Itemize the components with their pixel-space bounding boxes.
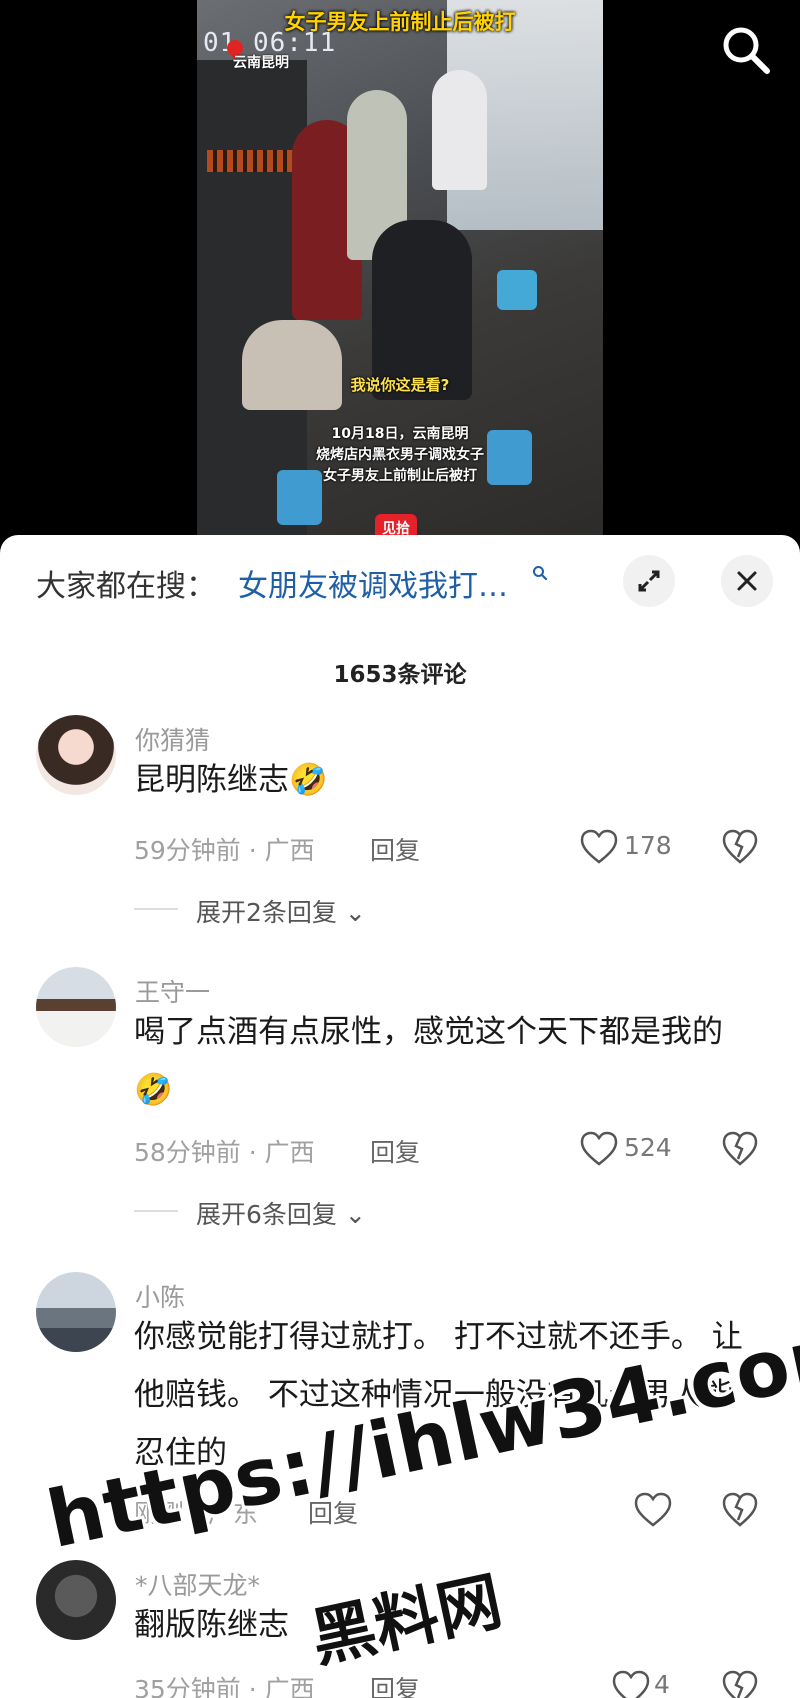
comment-text: 喝了点酒有点尿性，感觉这个天下都是我的🤣 <box>134 1014 723 1108</box>
divider-line <box>134 1210 178 1212</box>
video-caption-line: 女子男友上前制止后被打 <box>323 468 477 484</box>
reply-button[interactable]: 回复 <box>370 1670 420 1698</box>
divider-line <box>134 908 178 910</box>
video-scene-person <box>242 320 342 410</box>
search-hint-query-link[interactable]: 女朋友被调戏我打… <box>238 561 508 605</box>
search-hint-label: 大家都在搜： <box>36 569 216 604</box>
expand-icon <box>638 570 660 592</box>
expand-replies-label: 展开6条回复 <box>196 1200 337 1229</box>
expand-button[interactable] <box>623 555 675 607</box>
video-scene-person <box>432 70 487 190</box>
dislike-broken-heart-icon[interactable] <box>722 1492 758 1528</box>
reply-button[interactable]: 回复 <box>370 831 420 867</box>
video-frame[interactable]: 女子男友上前制止后被打 01 06:11 云南昆明 我说你这是看? 10月18日… <box>197 0 603 540</box>
avatar[interactable] <box>36 967 116 1047</box>
search-button[interactable] <box>718 22 774 78</box>
video-caption-line: 10月18日，云南昆明 <box>331 426 469 442</box>
avatar[interactable] <box>36 715 116 795</box>
comment-time-region: 59分钟前 · 广西 <box>134 836 315 865</box>
dislike-broken-heart-icon[interactable] <box>722 1131 758 1167</box>
like-heart-icon[interactable] <box>580 1131 618 1167</box>
close-button[interactable] <box>721 555 773 607</box>
comment-time-region: 58分钟前 · 广西 <box>134 1138 315 1167</box>
expand-replies-button[interactable]: 展开2条回复 ⌄ <box>196 893 366 929</box>
comment-time-region: 35分钟前 · 广西 <box>134 1675 315 1698</box>
like-heart-icon[interactable] <box>580 829 618 865</box>
video-location: 云南昆明 <box>233 55 289 71</box>
reply-button[interactable]: 回复 <box>370 1133 420 1169</box>
expand-replies-label: 展开2条回复 <box>196 898 337 927</box>
close-icon <box>737 571 757 591</box>
dislike-broken-heart-icon[interactable] <box>722 1670 758 1698</box>
search-icon[interactable] <box>532 565 548 581</box>
expand-replies-button[interactable]: 展开6条回复 ⌄ <box>196 1195 366 1231</box>
video-caption-line: 烧烤店内黑衣男子调戏女子 <box>316 447 484 463</box>
video-scene-stool <box>497 270 537 310</box>
like-count: 4 <box>654 1670 670 1698</box>
video-player[interactable]: 女子男友上前制止后被打 01 06:11 云南昆明 我说你这是看? 10月18日… <box>0 0 800 540</box>
video-scene-person <box>372 220 472 400</box>
like-heart-icon[interactable] <box>634 1492 672 1528</box>
video-caption: 10月18日，云南昆明 烧烤店内黑衣男子调戏女子 女子男友上前制止后被打 <box>197 424 603 487</box>
like-heart-icon[interactable] <box>612 1670 650 1698</box>
avatar[interactable] <box>36 1272 116 1352</box>
comments-count: 1653条评论 <box>333 662 467 688</box>
avatar[interactable] <box>36 1560 116 1640</box>
like-count: 524 <box>624 1133 672 1162</box>
search-hint-bar: 大家都在搜： 女朋友被调戏我打… <box>0 535 800 625</box>
search-icon <box>723 27 770 74</box>
dislike-broken-heart-icon[interactable] <box>722 829 758 865</box>
like-count: 178 <box>624 831 672 860</box>
comment-text: 昆明陈继志🤣 <box>134 762 328 798</box>
video-quote: 我说你这是看? <box>350 376 450 394</box>
chevron-down-icon: ⌄ <box>344 898 366 927</box>
chevron-down-icon: ⌄ <box>344 1200 366 1229</box>
